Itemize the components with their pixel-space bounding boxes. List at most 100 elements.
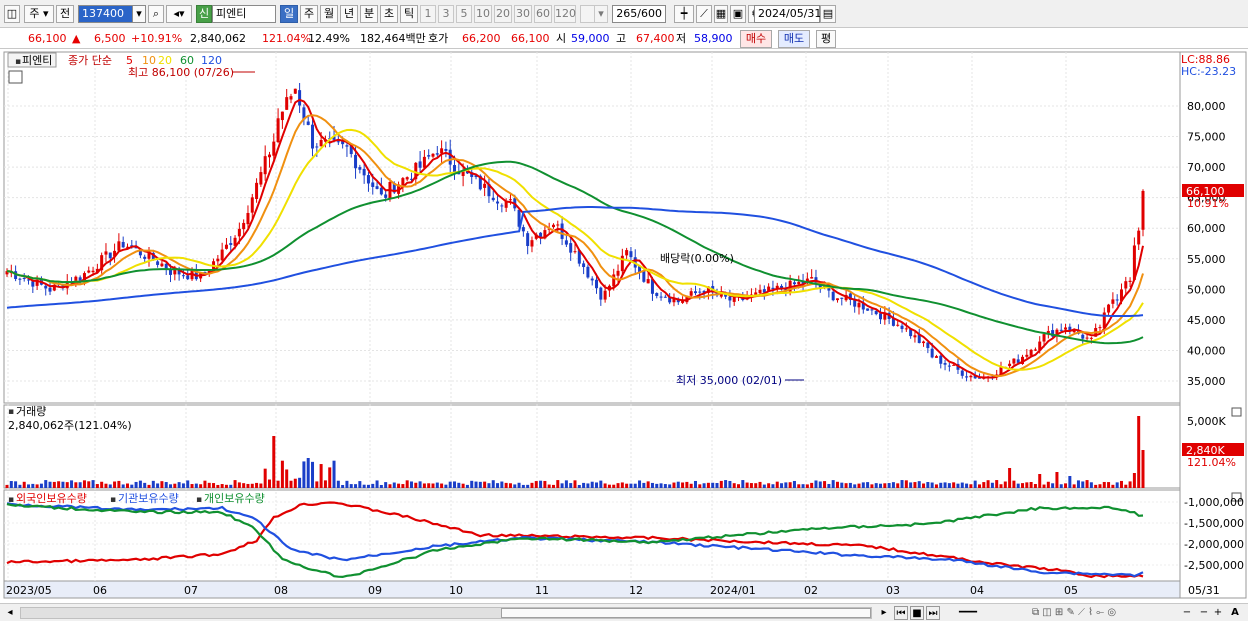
tick-10-button[interactable]: 10 — [474, 5, 492, 23]
chart-area[interactable]: 80,000 75,000 70,000 65,000 60,000 55,000 50,0… — [0, 50, 1248, 603]
tick-20-button[interactable]: 20 — [494, 5, 512, 23]
volume-bar — [904, 480, 908, 488]
tick-30-button[interactable]: 30 — [514, 5, 532, 23]
price-change-pct: +10.91% — [131, 32, 183, 45]
volume-bar — [1111, 484, 1115, 488]
volume-bar — [508, 483, 512, 488]
candle-body — [272, 141, 276, 156]
x-axis-label: 03 — [886, 584, 900, 597]
candle-body — [121, 241, 125, 248]
volume-bar — [121, 484, 125, 488]
volume-bar — [934, 484, 938, 488]
volume-bar — [556, 480, 560, 488]
volume-bar — [754, 483, 758, 488]
candle-type-icon[interactable]: ┿ — [674, 5, 694, 23]
period-day-button[interactable]: 일 — [280, 5, 298, 23]
data-count-field[interactable]: 265/600 — [612, 5, 666, 23]
tick-3-button[interactable]: 3 — [438, 5, 454, 23]
low-label: 저 — [676, 32, 687, 45]
x-axis-label: 2024/01 — [710, 584, 756, 597]
price-axis-label: 35,000 — [1187, 375, 1226, 388]
candle-body — [526, 233, 530, 247]
zoom-slider[interactable]: ━━━ — [948, 606, 988, 620]
price-axis-label: 75,000 — [1187, 131, 1226, 144]
candle-body — [289, 96, 293, 100]
series-icon: ▪ — [15, 57, 21, 67]
market-type-select[interactable]: 주 ▾ — [24, 5, 54, 23]
period-minute-button[interactable]: 분 — [360, 5, 378, 23]
tick-5-button[interactable]: 5 — [456, 5, 472, 23]
plus-icon[interactable]: + — [1212, 606, 1224, 620]
save-icon[interactable]: ▣ — [730, 5, 746, 23]
tick-60-button[interactable]: 60 — [534, 5, 552, 23]
candle-body — [384, 194, 388, 198]
volume-bar — [82, 480, 86, 488]
volume-bar — [900, 480, 904, 488]
next-page-icon[interactable]: ⏭ — [926, 606, 940, 620]
x-axis-label: 11 — [535, 584, 549, 597]
tick-120-button[interactable]: 120 — [554, 5, 576, 23]
period-tick-button[interactable]: 틱 — [400, 5, 418, 23]
draw-tool-icon[interactable]: ⟋ — [696, 5, 712, 23]
candle-body — [840, 297, 844, 299]
volume-panel[interactable] — [3, 404, 1181, 489]
period-month-button[interactable]: 월 — [320, 5, 338, 23]
price-axis-label: 80,000 — [1187, 100, 1226, 113]
font-size-icon[interactable]: A — [1228, 606, 1242, 620]
volume-bar — [848, 482, 852, 488]
volume-bar — [409, 481, 413, 488]
scroll-bar[interactable]: ◂ ▸ ⏮ ■ ⏭ ━━━ ⧉ ◫ ⊞ ✎ ⟋ ⌇ ⟜ ◎ − − + A — [0, 603, 1248, 621]
zoom-out-icon[interactable]: − — [1180, 606, 1194, 620]
price-axis-label: 50,000 — [1187, 283, 1226, 296]
average-button[interactable]: 평 — [816, 30, 836, 48]
candle-body — [298, 90, 302, 106]
volume-bar — [573, 480, 577, 488]
candle-body — [336, 141, 340, 143]
volume-bar — [896, 483, 900, 488]
grid-icon[interactable]: ▦ — [714, 5, 728, 23]
volume-bar — [810, 482, 814, 488]
code-dropdown-icon[interactable]: ▾ — [132, 5, 146, 23]
buy-button[interactable]: 매수 — [740, 30, 772, 48]
candle-body — [259, 172, 263, 185]
scroll-thumb[interactable] — [501, 608, 871, 618]
candle-body — [44, 285, 48, 289]
speaker-icon[interactable]: ◂▾ — [166, 5, 192, 23]
first-page-icon[interactable]: ⏮ — [894, 606, 908, 620]
date-field[interactable]: 2024/05/31 — [754, 5, 821, 23]
all-market-button[interactable]: 전 — [56, 5, 74, 23]
scroll-track[interactable] — [20, 607, 872, 619]
volume-bar — [483, 481, 487, 488]
volume-bar — [405, 480, 409, 488]
period-year-button[interactable]: 년 — [340, 5, 358, 23]
custom-tick-dropdown-icon[interactable]: ▾ — [594, 5, 608, 23]
volume-bar — [698, 484, 702, 488]
period-week-button[interactable]: 주 — [300, 5, 318, 23]
chart-svg[interactable]: 80,00075,00070,00065,00060,00055,00050,0… — [0, 50, 1248, 603]
candle-body — [143, 256, 147, 259]
chart-menu-icon[interactable]: ◫ — [4, 5, 20, 23]
table-icon[interactable] — [8, 70, 23, 84]
series-label: 피엔티 — [22, 54, 52, 67]
minus-icon[interactable]: − — [1198, 606, 1210, 620]
volume-bar — [728, 480, 732, 488]
volume-bar — [995, 480, 999, 488]
candle-body — [926, 342, 930, 349]
calendar-icon[interactable]: ▤ — [820, 5, 836, 23]
period-second-button[interactable]: 초 — [380, 5, 398, 23]
volume-close-icon[interactable] — [1231, 407, 1242, 417]
candle-body — [319, 139, 323, 147]
candle-body — [104, 251, 108, 255]
stop-icon[interactable]: ■ — [910, 606, 924, 620]
volume-bar — [818, 481, 822, 488]
tool-icons[interactable]: ⧉ ◫ ⊞ ✎ ⟋ ⌇ ⟜ ◎ — [1024, 606, 1124, 620]
scroll-right-icon[interactable]: ▸ — [878, 606, 890, 620]
tick-1-button[interactable]: 1 — [420, 5, 436, 23]
volume-bar — [801, 484, 805, 488]
sell-button[interactable]: 매도 — [778, 30, 810, 48]
candle-body — [427, 155, 431, 157]
search-icon[interactable]: ⌕ — [148, 5, 164, 23]
volume-bar — [354, 484, 358, 488]
scroll-left-icon[interactable]: ◂ — [4, 606, 16, 620]
bid-label: 호가 — [428, 32, 449, 45]
